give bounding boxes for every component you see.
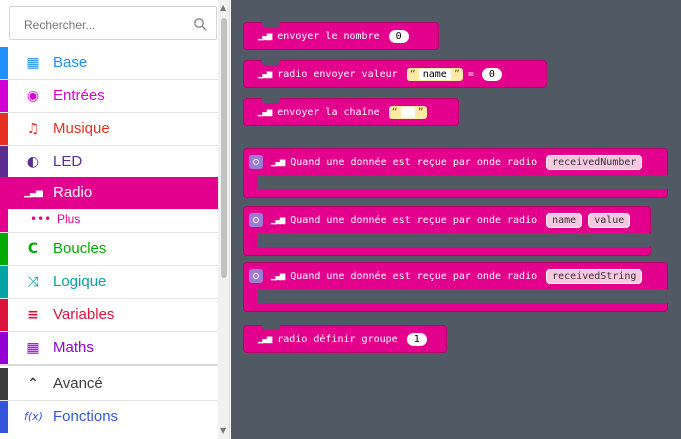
signal-icon: ▁▃▅	[271, 215, 285, 225]
radio-button-icon: ◉	[26, 88, 40, 104]
string-input[interactable]: “name”	[406, 67, 463, 81]
block-on-received-value-header: ▁▃▅ Quand une donnée est reçue par onde …	[243, 206, 651, 234]
calculator-icon: ▦	[26, 340, 40, 356]
shuffle-icon: ⤨	[27, 274, 39, 290]
block-on-received-number-header: ▁▃▅ Quand une donnée est reçue par onde …	[243, 148, 668, 176]
signal-icon: ▁▃▅	[258, 334, 272, 344]
headphones-icon: ♫	[26, 121, 40, 137]
scrollbar-thumb[interactable]	[221, 18, 227, 278]
category-logic[interactable]: ⤨ Logique	[0, 266, 218, 298]
number-input[interactable]: 0	[481, 67, 502, 81]
chevron-up-icon: ⌃	[27, 376, 39, 392]
more-icon: •••	[30, 212, 52, 226]
loop-icon: C	[27, 241, 39, 257]
variable-value[interactable]: value	[588, 212, 631, 228]
category-maths[interactable]: ▦ Maths	[0, 332, 218, 364]
signal-icon: ▁▃▅	[271, 157, 285, 167]
signal-icon: ▁▃▅	[258, 31, 272, 41]
function-icon: f(x)	[24, 410, 43, 423]
gear-icon[interactable]	[249, 155, 263, 169]
category-loops[interactable]: C Boucles	[0, 233, 218, 265]
block-send-value[interactable]: ▁▃▅ radio envoyer valeur “name” = 0	[243, 60, 547, 88]
category-variables[interactable]: ≡ Variables	[0, 299, 218, 331]
scroll-up-icon[interactable]: ▲	[220, 3, 226, 12]
category-radio-more[interactable]: ••• Plus	[0, 206, 218, 232]
search-icon[interactable]	[193, 17, 207, 31]
list-icon: ≡	[27, 307, 39, 323]
grid-icon: ▦	[26, 55, 40, 71]
signal-icon: ▁▃▅	[258, 69, 272, 79]
number-input[interactable]: 1	[406, 332, 427, 346]
gear-icon[interactable]	[249, 213, 263, 227]
block-send-string[interactable]: ▁▃▅ envoyer la chaîne “”	[243, 98, 459, 126]
category-functions[interactable]: f(x) Fonctions	[0, 401, 218, 433]
sidebar-scrollbar[interactable]: ▲ ▼	[218, 0, 229, 439]
blocks-workspace[interactable]: ▁▃▅ envoyer le nombre 0 ▁▃▅ radio envoye…	[231, 0, 681, 439]
category-radio[interactable]: ▁▃▅ Radio	[0, 177, 218, 209]
category-music[interactable]: ♫ Musique	[0, 113, 218, 145]
variable-received-number[interactable]: receivedNumber	[546, 154, 643, 170]
block-send-number[interactable]: ▁▃▅ envoyer le nombre 0	[243, 22, 439, 50]
block-set-group[interactable]: ▁▃▅ radio définir groupe 1	[243, 325, 447, 353]
string-input[interactable]: “”	[388, 105, 427, 119]
category-base[interactable]: ▦ Base	[0, 47, 218, 79]
toolbox-sidebar: Rechercher... ▦ Base ◉ Entrées ♫ Musique…	[0, 0, 230, 439]
variable-received-string[interactable]: receivedString	[546, 268, 643, 284]
search-input[interactable]: Rechercher...	[24, 18, 95, 32]
scroll-down-icon[interactable]: ▼	[220, 426, 226, 435]
category-advanced[interactable]: ⌃ Avancé	[0, 368, 218, 400]
category-led[interactable]: ◐ LED	[0, 146, 218, 178]
signal-icon: ▁▃▅	[24, 188, 43, 198]
toggle-icon: ◐	[26, 154, 40, 170]
number-input[interactable]: 0	[388, 29, 409, 43]
signal-icon: ▁▃▅	[271, 271, 285, 281]
signal-icon: ▁▃▅	[258, 107, 272, 117]
variable-name[interactable]: name	[546, 212, 583, 228]
search-box[interactable]: Rechercher...	[9, 6, 217, 40]
category-inputs[interactable]: ◉ Entrées	[0, 80, 218, 112]
gear-icon[interactable]	[249, 269, 263, 283]
block-on-received-string-header: ▁▃▅ Quand une donnée est reçue par onde …	[243, 262, 668, 290]
